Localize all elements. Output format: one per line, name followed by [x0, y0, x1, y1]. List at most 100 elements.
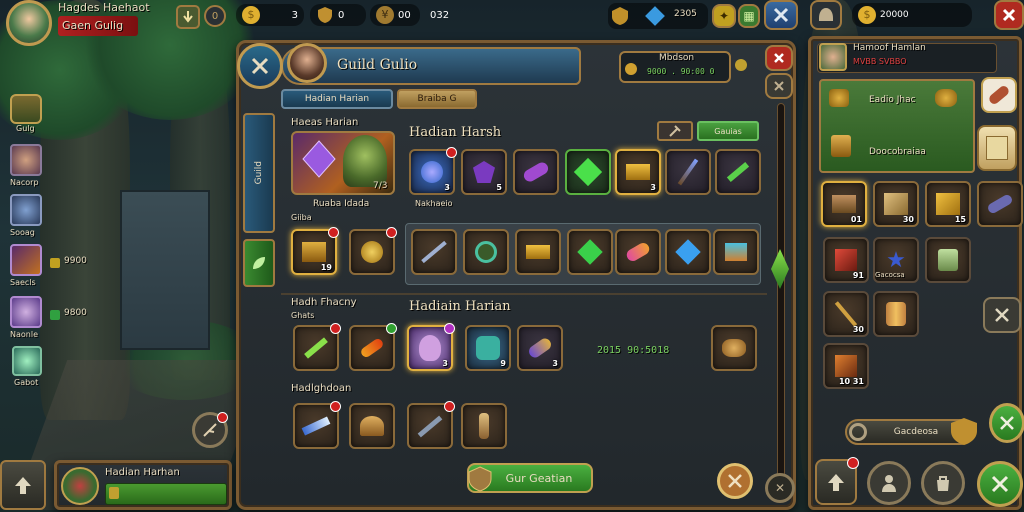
item-green-gem[interactable] [565, 149, 611, 195]
item-spear[interactable] [411, 229, 457, 275]
goblin-hero-icon [343, 135, 387, 187]
item-green-arrows[interactable] [293, 323, 341, 371]
right-close-button[interactable] [994, 0, 1024, 30]
item-qty: 01 [850, 215, 862, 224]
right-tools-button[interactable] [983, 297, 1021, 333]
item-gold-coins[interactable] [349, 227, 397, 275]
right-item-cannon[interactable] [977, 181, 1023, 227]
crystal-icon [12, 346, 42, 376]
sidebar-item-gabot[interactable]: Gabot [6, 346, 46, 390]
notification-dot [330, 323, 341, 334]
scrollbar-thumb[interactable] [771, 249, 789, 289]
sidebar-item-sooag[interactable]: Sooag [6, 194, 46, 238]
item-red-potion[interactable] [615, 229, 661, 275]
player-profile[interactable]: Hagdes Haehaot Gaen Gulig [4, 0, 174, 46]
sidebar-item-gulg[interactable]: Gulg [6, 92, 46, 136]
right-item-lantern[interactable] [925, 237, 971, 283]
tab-hadian-harian[interactable]: Hadian Harian [281, 89, 393, 109]
scroll-down-button[interactable]: ✕ [765, 473, 795, 503]
parchment-button[interactable] [977, 125, 1017, 171]
shield-icon [318, 7, 332, 23]
item-hero-portrait[interactable]: 3 [407, 323, 455, 371]
bottom-left-panel[interactable]: Hadian Harhan [54, 460, 232, 510]
player-avatar[interactable] [6, 0, 52, 46]
quest-scroll-button[interactable] [192, 412, 228, 448]
right-scroll-button[interactable] [981, 77, 1017, 113]
upgrade-nav-button[interactable] [815, 457, 859, 505]
item-violet-scroll[interactable]: 3 [517, 325, 563, 371]
dialog-red-close[interactable] [765, 45, 793, 71]
item-iron-mace[interactable] [407, 401, 455, 449]
item-gold-chest[interactable]: 19 [291, 227, 339, 275]
dialog-options-button[interactable] [765, 73, 793, 99]
sidebar-item-saecls[interactable]: Saecls 9900 [6, 244, 116, 288]
hammer-button[interactable] [657, 121, 693, 141]
dialog-close-button[interactable] [237, 43, 283, 89]
item-blue-orb[interactable]: 3 [409, 147, 457, 195]
guild-leader-avatar[interactable] [287, 43, 327, 83]
sidebar-item-naonle[interactable]: Naonle 9800 [6, 296, 116, 340]
item-green-arrow[interactable] [715, 149, 761, 195]
side-tab-map[interactable] [243, 239, 275, 287]
right-item-gold-crate[interactable]: 15 [925, 181, 971, 227]
heroes-nav-button[interactable] [867, 461, 911, 505]
item-qty: 9 [500, 359, 506, 368]
grid-button[interactable]: ▦ [738, 4, 760, 28]
inventory-nav-button[interactable] [921, 461, 965, 505]
item-fire-shard[interactable] [349, 323, 397, 371]
top-yellow-button[interactable]: ✦ [712, 4, 736, 28]
item-compass[interactable] [463, 229, 509, 275]
right-item-chest[interactable]: 01 [821, 181, 867, 227]
right-header-avatar[interactable] [819, 43, 847, 71]
right-item-barrel[interactable] [873, 291, 919, 337]
item-gold-ingot[interactable] [515, 229, 561, 275]
item-bronze-helm[interactable] [349, 403, 395, 449]
dialog-scrollbar[interactable] [777, 103, 785, 483]
sidebar-item-nacorp[interactable]: Nacorp [6, 144, 46, 188]
side-tab-label: Guild [254, 161, 264, 185]
tab-label: Braiba G [417, 94, 457, 104]
battle-nav-button[interactable] [977, 461, 1023, 507]
right-item-book[interactable]: 10 31 [823, 343, 869, 389]
side-tab-guild[interactable]: Guild [243, 113, 275, 233]
download-button[interactable] [176, 5, 200, 29]
card-line1: Eadio Jhac [869, 95, 916, 105]
item-teal-golem[interactable]: 9 [465, 325, 511, 371]
item-caption: Nakhaeio [415, 199, 453, 208]
reward-shield-icon [50, 258, 60, 268]
level-up-button[interactable] [0, 460, 46, 510]
shield-small-icon [109, 487, 119, 499]
item-ice-arrow[interactable] [293, 401, 341, 449]
item-emerald[interactable] [567, 229, 613, 275]
item-gold-nuggets[interactable] [711, 325, 757, 371]
dialog-tools-button[interactable] [717, 463, 753, 499]
item-purple-scroll[interactable] [513, 149, 559, 195]
coin-value: 00 [398, 9, 411, 21]
staff-icon [677, 158, 699, 186]
item-blue-chest[interactable] [713, 229, 759, 275]
right-header-value: 20000 [880, 10, 909, 20]
primary-button-label: Gur Geatian [505, 471, 573, 485]
right-item-red-cube[interactable]: 91 [823, 237, 869, 283]
item-magic-staff[interactable] [665, 149, 711, 195]
settings-small-button[interactable]: 0 [204, 5, 226, 27]
notification-dot [444, 323, 455, 334]
gauias-button[interactable]: Gauias [697, 121, 759, 141]
tab-label: Hadian Harian [304, 94, 370, 104]
tab-braiba[interactable]: Braiba G [397, 89, 477, 109]
notification-dot [386, 323, 397, 334]
top-close-button[interactable] [764, 0, 798, 30]
item-gold-bars[interactable]: 3 [615, 149, 661, 195]
coins-icon [361, 241, 383, 263]
item-qty: 10 31 [838, 377, 864, 386]
item-copper-vial[interactable] [461, 403, 507, 449]
item-purple-armor[interactable]: 5 [461, 149, 507, 195]
primary-action-button[interactable]: Gur Geatian [467, 463, 593, 493]
green-action-button[interactable] [989, 403, 1024, 443]
item-blue-crystal[interactable] [665, 229, 711, 275]
helmet-button[interactable] [810, 0, 842, 30]
item-qty: 3 [650, 183, 656, 192]
right-item-rod[interactable]: 30 [823, 291, 869, 337]
right-item-crate[interactable]: 30 [873, 181, 919, 227]
sidebar-reward: 9800 [64, 308, 87, 318]
